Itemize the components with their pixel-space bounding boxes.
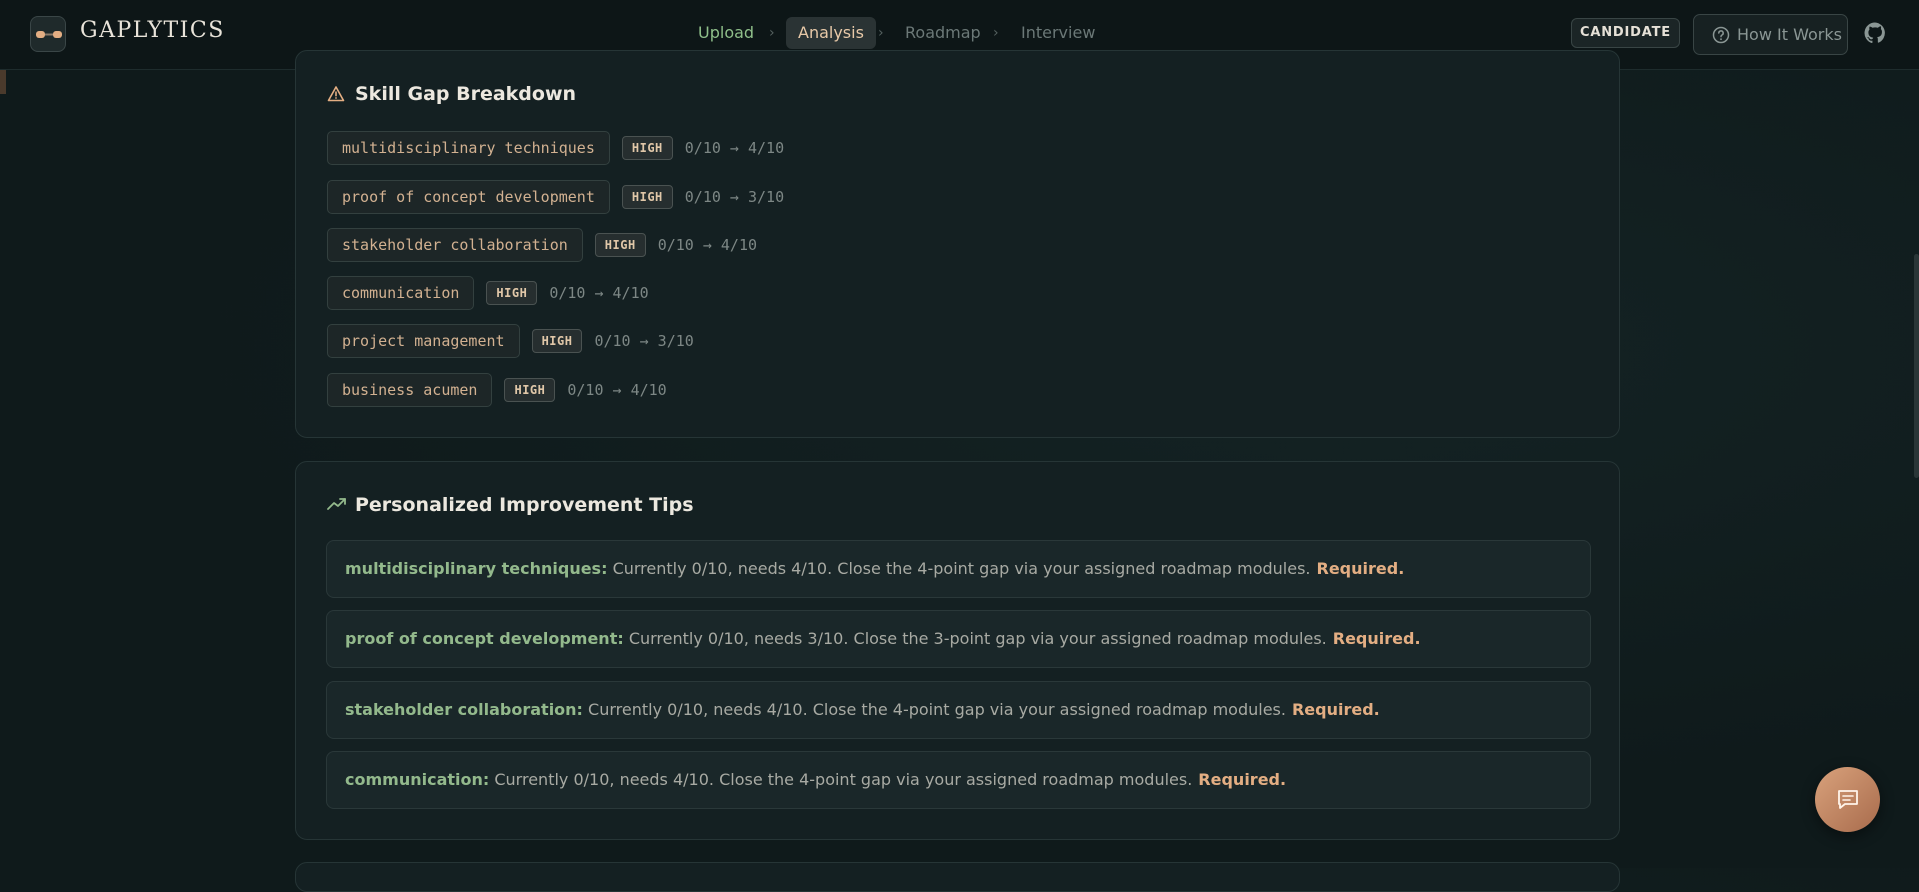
tip-text: Currently 0/10, needs 3/10. Close the 3-… (623, 629, 1327, 648)
chevron-right-icon: › (993, 25, 999, 41)
improvement-tips-card: Personalized Improvement Tips multidisci… (295, 461, 1620, 840)
required-tag: Required. (1332, 629, 1421, 648)
tip-skill: stakeholder collaboration: (345, 700, 583, 719)
section-title: Skill Gap Breakdown (355, 83, 577, 105)
gap-row: communication HIGH 0/10 → 4/10 (327, 276, 649, 310)
tip-text: Currently 0/10, needs 4/10. Close the 4-… (489, 770, 1193, 789)
skill-gap-card: Skill Gap Breakdown multidisciplinary te… (295, 50, 1620, 438)
question-circle-icon (1712, 26, 1730, 44)
required-tag: Required. (1198, 770, 1287, 789)
page-scrollbar[interactable] (1914, 254, 1919, 478)
skill-chip[interactable]: multidisciplinary techniques (327, 131, 610, 165)
gap-row: business acumen HIGH 0/10 → 4/10 (327, 373, 667, 407)
warning-triangle-icon (327, 86, 345, 102)
step-interview[interactable]: Interview (1021, 17, 1095, 49)
skill-chip[interactable]: communication (327, 276, 475, 310)
side-edge-handle (0, 70, 6, 94)
severity-badge: HIGH (504, 378, 556, 402)
tip-skill: communication: (345, 770, 490, 789)
score-range: 0/10 → 3/10 (594, 332, 694, 350)
tip-item: proof of concept development: Currently … (326, 610, 1591, 668)
gap-row: stakeholder collaboration HIGH 0/10 → 4/10 (327, 228, 757, 262)
score-range: 0/10 → 4/10 (657, 236, 758, 254)
score-range: 0/10 → 3/10 (684, 188, 785, 206)
required-tag: Required. (1291, 700, 1380, 719)
chat-message-icon (1838, 790, 1858, 809)
how-it-works-button[interactable]: How It Works (1693, 14, 1848, 55)
skill-chip[interactable]: project management (327, 324, 520, 358)
severity-badge: HIGH (621, 185, 673, 209)
skill-chip[interactable]: stakeholder collaboration (327, 228, 583, 262)
chat-button[interactable] (1815, 767, 1880, 832)
score-range: 0/10 → 4/10 (549, 284, 649, 302)
role-badge[interactable]: CANDIDATE (1571, 18, 1680, 48)
next-card-edge (295, 862, 1620, 892)
step-roadmap[interactable]: Roadmap (905, 17, 981, 49)
step-upload[interactable]: Upload (698, 17, 754, 49)
tip-item: multidisciplinary techniques: Currently … (326, 540, 1591, 598)
score-range: 0/10 → 4/10 (567, 381, 667, 399)
chevron-right-icon: › (878, 25, 884, 41)
step-analysis[interactable]: Analysis (786, 17, 876, 49)
severity-badge: HIGH (594, 233, 646, 257)
section-title: Personalized Improvement Tips (355, 494, 694, 516)
chevron-right-icon: › (769, 25, 775, 41)
severity-badge: HIGH (621, 136, 673, 160)
gap-row: proof of concept development HIGH 0/10 → 3… (327, 180, 784, 214)
severity-badge: HIGH (531, 329, 583, 353)
trending-up-icon (327, 498, 346, 510)
tip-text: Currently 0/10, needs 4/10. Close the 4-… (582, 700, 1286, 719)
skill-chip[interactable]: business acumen (327, 373, 493, 407)
gap-row: multidisciplinary techniques HIGH 0/10 → 4… (327, 131, 784, 165)
tip-skill: multidisciplinary techniques: (345, 559, 608, 578)
tip-skill: proof of concept development: (345, 629, 624, 648)
tip-item: communication: Currently 0/10, needs 4/1… (326, 751, 1591, 809)
github-icon[interactable] (1864, 22, 1886, 44)
how-it-works-label: How It Works (1737, 25, 1842, 44)
required-tag: Required. (1316, 559, 1405, 578)
score-range: 0/10 → 4/10 (684, 139, 785, 157)
tip-text: Currently 0/10, needs 4/10. Close the 4-… (607, 559, 1311, 578)
tip-item: stakeholder collaboration: Currently 0/1… (326, 681, 1591, 739)
severity-badge: HIGH (486, 281, 538, 305)
skill-chip[interactable]: proof of concept development (327, 180, 610, 214)
gap-row: project management HIGH 0/10 → 3/10 (327, 324, 694, 358)
